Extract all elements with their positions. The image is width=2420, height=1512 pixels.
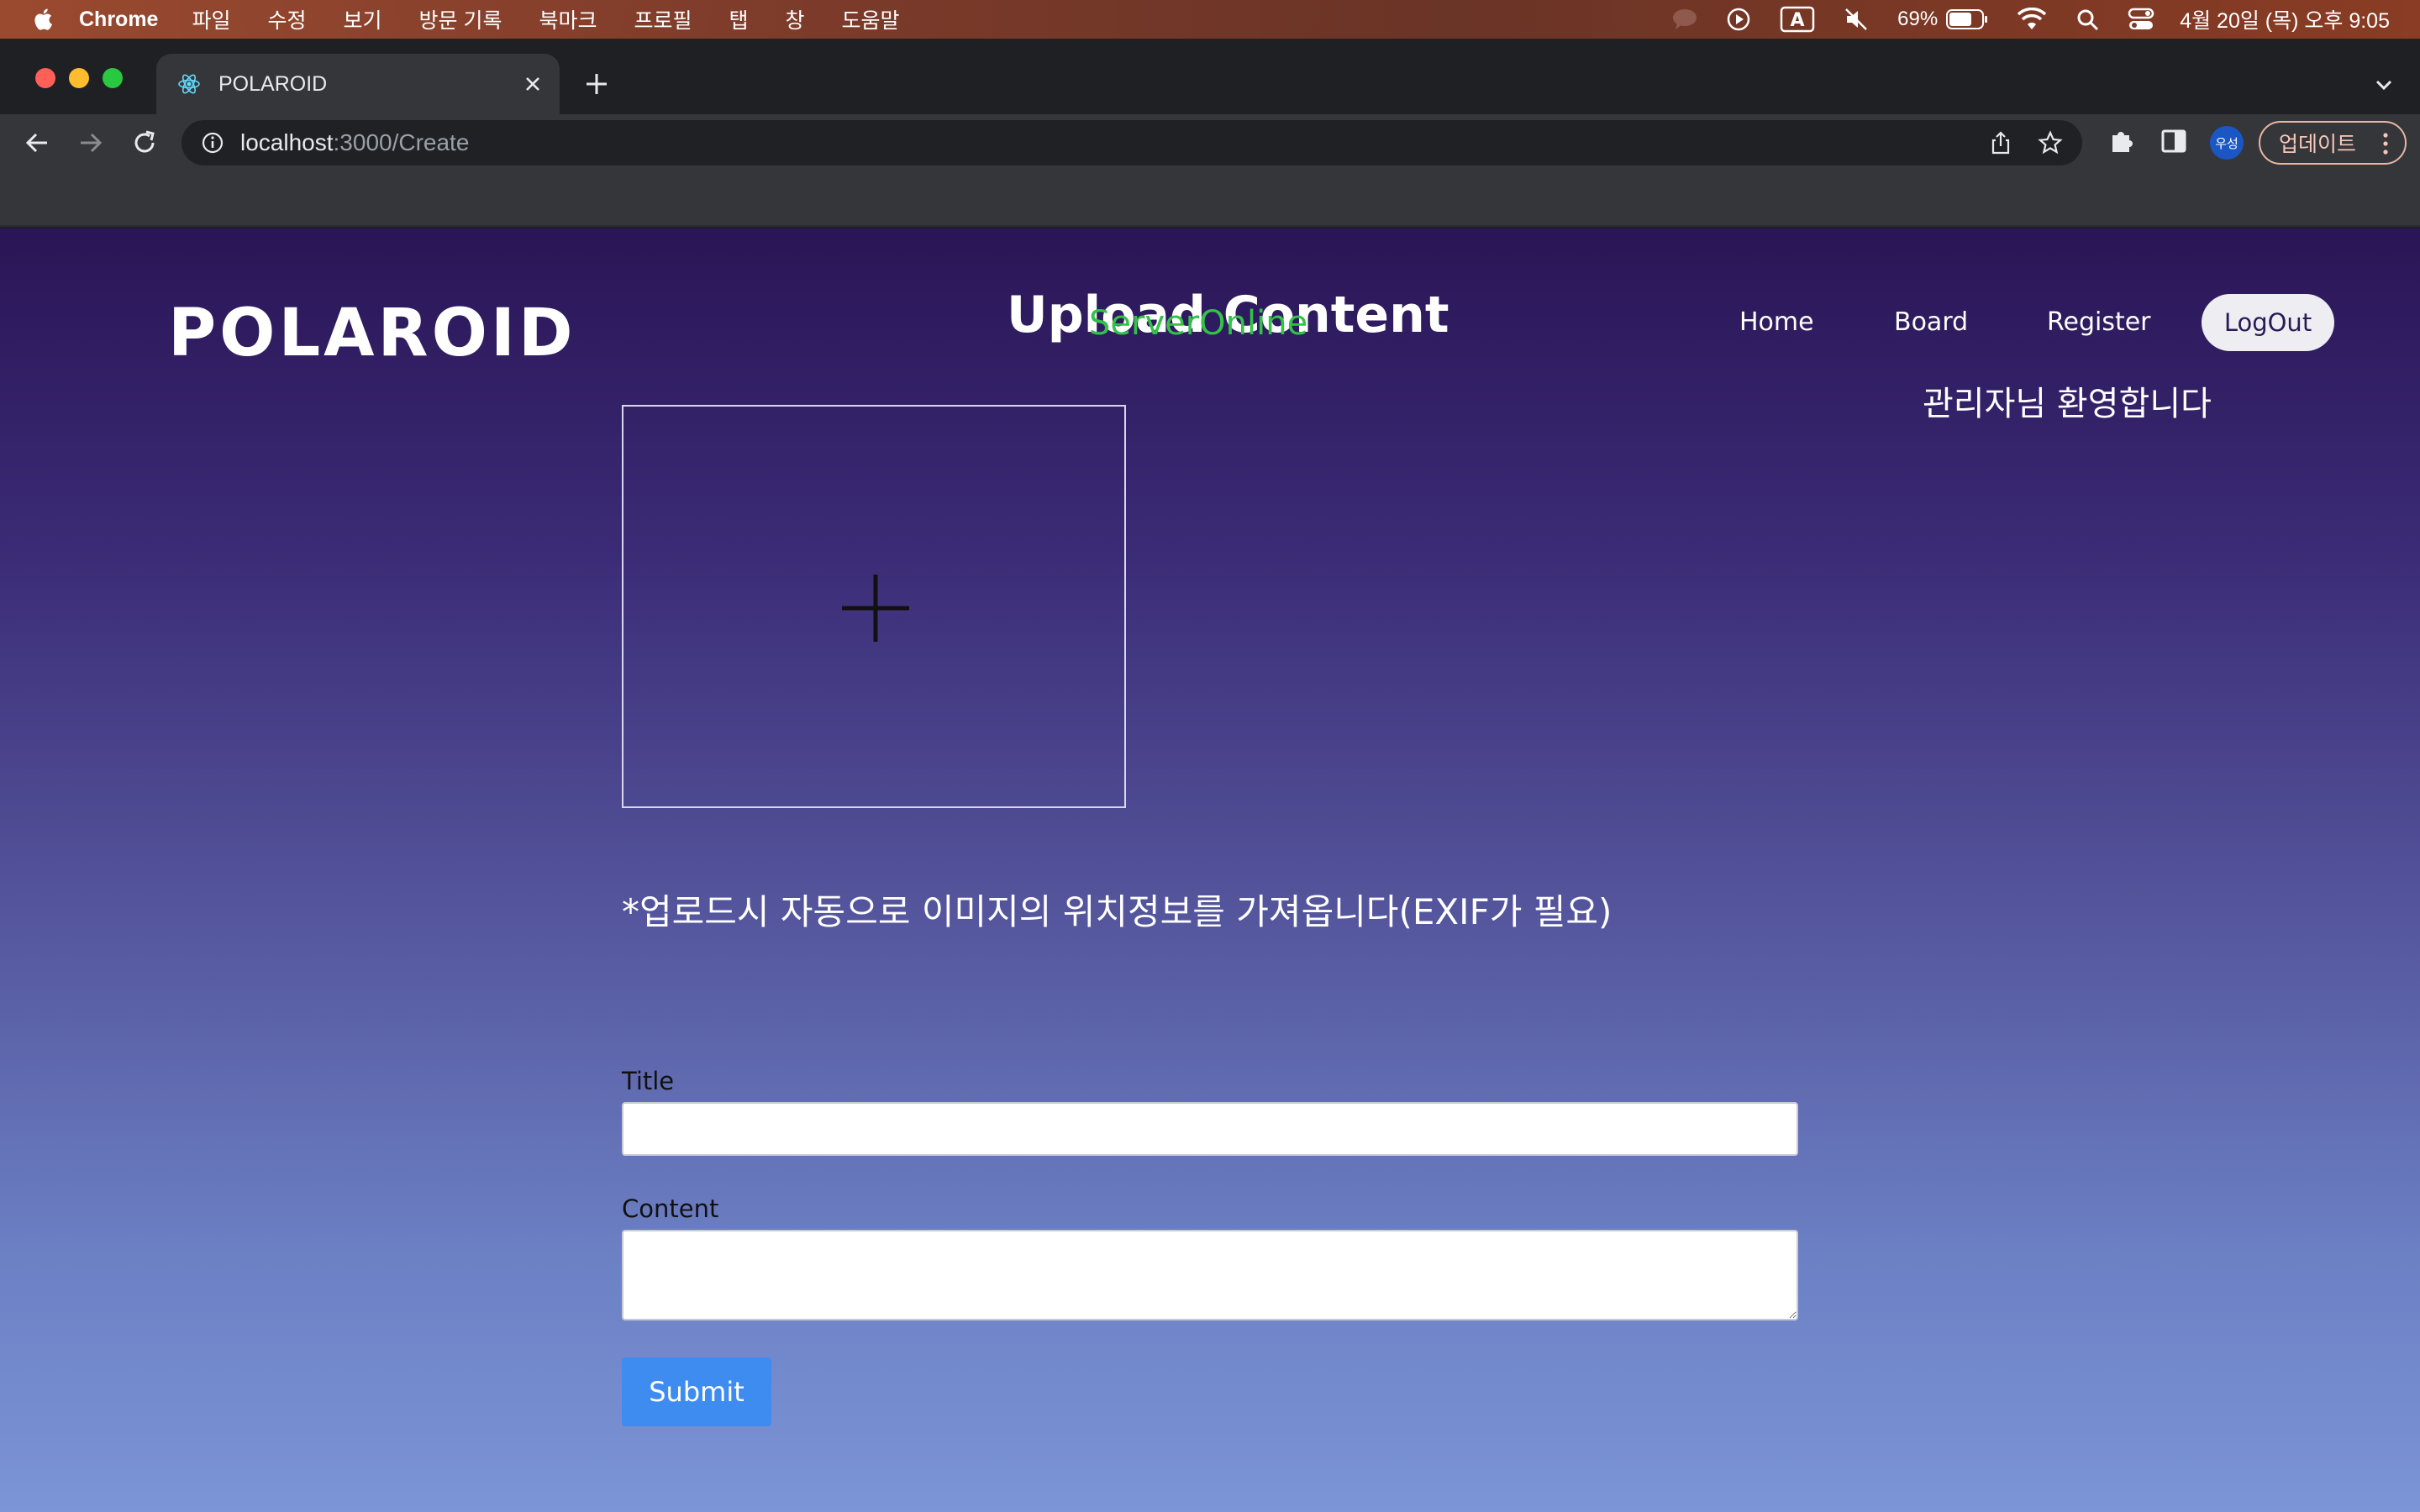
extensions-puzzle-icon[interactable] [2107,127,2136,155]
address-bar[interactable]: localhost:3000/Create [182,120,2082,165]
nav-register-link[interactable]: Register [2047,307,2151,337]
web-page: POLAROID Upload Content ServerOnline Hom… [0,228,2420,1512]
url-host: localhost [240,129,334,155]
tab-search-chevron-down-icon[interactable] [2371,72,2396,97]
apple-logo-icon[interactable] [32,7,57,32]
search-icon[interactable] [2075,8,2099,31]
share-icon[interactable] [1988,130,2013,155]
forward-arrow-icon[interactable] [76,128,106,158]
title-field-label: Title [622,1067,675,1095]
menu-help[interactable]: 도움말 [842,4,900,34]
battery-percent: 69% [1897,8,1939,30]
nav-home-link[interactable]: Home [1739,307,1814,337]
menu-bookmarks[interactable]: 북마크 [539,4,597,34]
window-close-button[interactable] [35,68,55,88]
url-path: :3000/Create [333,129,470,155]
reload-icon[interactable] [129,128,160,158]
more-vertical-icon[interactable] [2381,131,2390,156]
content-field-label: Content [622,1194,719,1223]
menu-edit[interactable]: 수정 [267,4,306,34]
play-circle-icon[interactable] [1726,7,1751,32]
exif-info-note: *업로드시 자동으로 이미지의 위치정보를 가져옵니다(EXIF가 필요) [622,891,1612,932]
menu-app-chrome[interactable]: Chrome [79,8,158,32]
mute-icon[interactable] [1844,7,1869,32]
menu-view[interactable]: 보기 [344,4,382,34]
macos-menubar: Chrome 파일 수정 보기 방문 기록 북마크 프로필 탭 창 도움말 A … [0,0,2420,39]
back-arrow-icon[interactable] [22,128,52,158]
tab-close-icon[interactable] [521,72,544,96]
profile-avatar[interactable]: 우성 [2210,126,2244,160]
new-tab-plus-icon[interactable] [580,67,613,101]
nav-board-link[interactable]: Board [1894,307,1968,337]
react-favicon-icon [178,74,200,94]
add-image-plus-icon[interactable] [842,575,909,642]
bookmark-star-icon[interactable] [2037,130,2064,155]
browser-tab-active[interactable]: POLAROID [156,54,560,114]
site-info-icon[interactable] [200,130,225,155]
menu-profile[interactable]: 프로필 [634,4,692,34]
window-minimize-button[interactable] [69,68,89,88]
control-center-icon[interactable] [2128,8,2154,31]
menubar-clock[interactable]: 4월 20일 (목) 오후 9:05 [2180,4,2390,34]
wifi-icon[interactable] [2017,8,2047,31]
message-bubble-icon[interactable] [1672,8,1697,31]
window-zoom-button[interactable] [103,68,123,88]
menu-tab[interactable]: 탭 [729,4,749,34]
input-source-icon[interactable]: A [1780,6,1815,33]
image-upload-dropzone[interactable] [622,405,1126,808]
welcome-message: 관리자님 환영합니다 [1923,385,2212,423]
title-input[interactable] [622,1102,1798,1156]
menu-history[interactable]: 방문 기록 [419,4,502,34]
update-label: 업데이트 [2279,133,2357,156]
menubar-status-area: A 69% 4월 20일 (목) 오후 9:05 [1644,0,2390,39]
content-textarea[interactable] [622,1230,1798,1320]
svg-text:A: A [1791,10,1805,31]
menu-window[interactable]: 창 [786,4,805,34]
menu-file[interactable]: 파일 [192,4,230,34]
chrome-update-button[interactable]: 업데이트 [2259,121,2407,165]
submit-button[interactable]: Submit [622,1357,771,1426]
logout-button[interactable]: LogOut [2202,294,2334,351]
battery-icon[interactable] [1946,8,1988,30]
address-bar-actions [1965,130,2064,155]
side-panel-icon[interactable] [2160,127,2188,155]
bookmarks-bar [0,171,2420,227]
site-logo[interactable]: POLAROID [168,296,576,371]
tab-title: POLAROID [218,71,328,96]
server-status-text: ServerOnline [1089,304,1308,343]
